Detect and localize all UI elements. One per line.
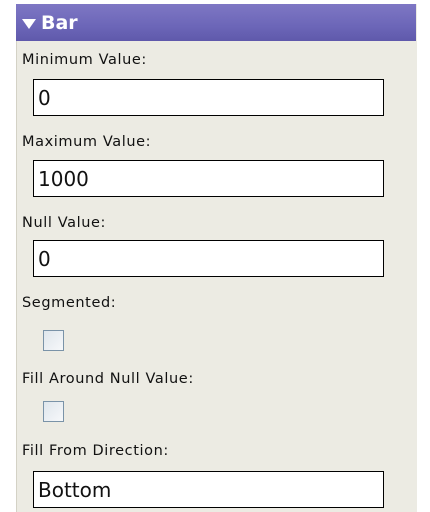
null-value-text: 0 xyxy=(38,246,51,271)
section-title: Bar xyxy=(41,11,78,34)
maximum-value-label: Maximum Value: xyxy=(22,134,152,150)
minimum-value-input[interactable]: 0 xyxy=(33,79,384,116)
maximum-value-text: 1000 xyxy=(38,166,89,191)
fill-around-null-value-label: Fill Around Null Value: xyxy=(22,371,194,387)
fill-around-null-value-checkbox[interactable] xyxy=(43,401,64,422)
segmented-checkbox[interactable] xyxy=(43,330,64,351)
null-value-label: Null Value: xyxy=(22,215,107,231)
fill-from-direction-label: Fill From Direction: xyxy=(22,443,169,459)
section-header-bar[interactable]: Bar xyxy=(16,4,416,41)
maximum-value-input[interactable]: 1000 xyxy=(33,160,384,197)
null-value-input[interactable]: 0 xyxy=(33,240,384,277)
collapse-triangle-icon[interactable] xyxy=(22,18,36,29)
minimum-value-text: 0 xyxy=(38,85,51,110)
minimum-value-label: Minimum Value: xyxy=(22,52,147,68)
fill-from-direction-select[interactable]: Bottom xyxy=(33,471,384,508)
segmented-label: Segmented: xyxy=(22,295,117,311)
fill-from-direction-text: Bottom xyxy=(38,477,112,502)
